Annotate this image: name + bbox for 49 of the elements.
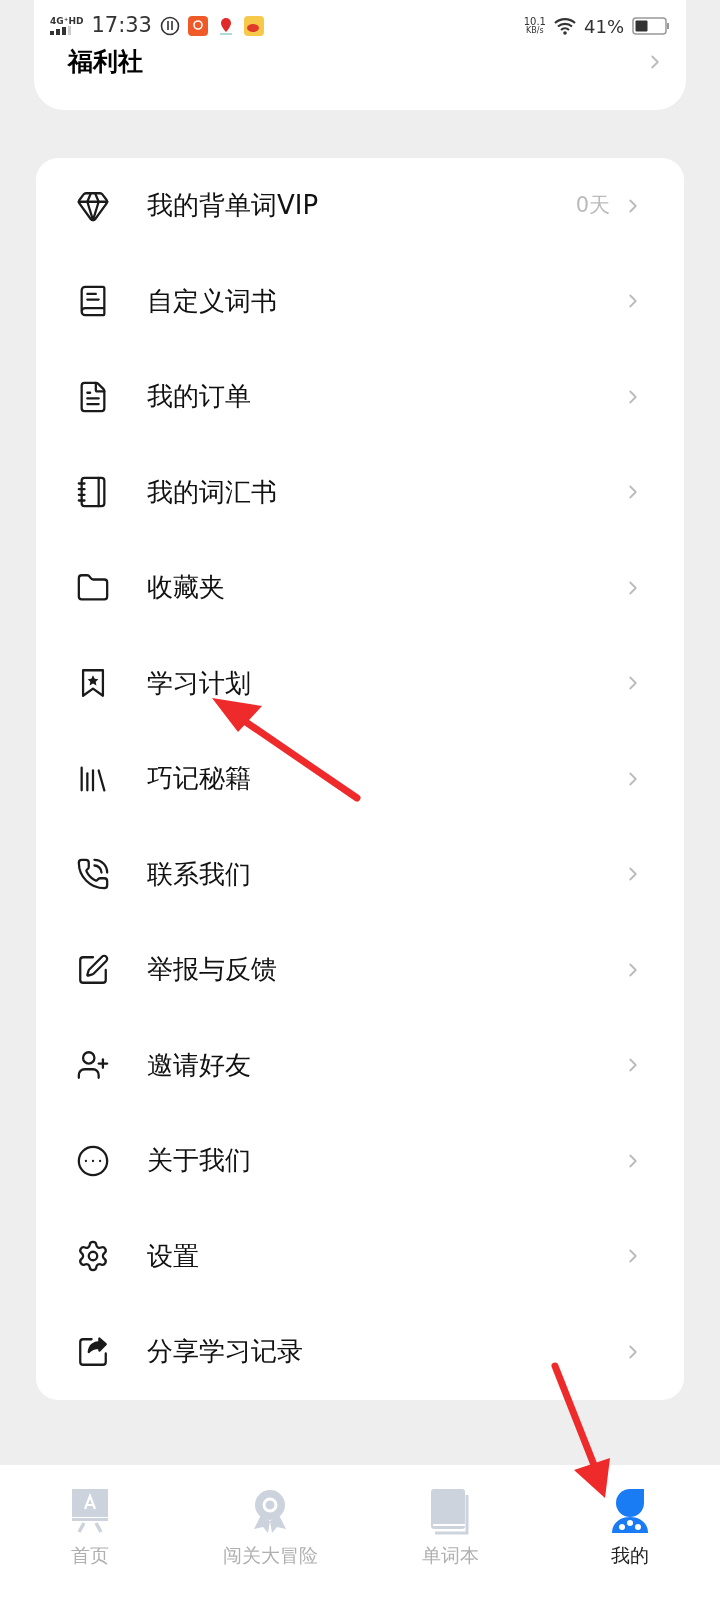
- menu-item[interactable]: 邀请好友: [36, 1017, 684, 1113]
- network-type: 4G⁺HD: [50, 17, 84, 26]
- phone-icon: [76, 857, 110, 892]
- menu-label: 收藏夹: [147, 571, 226, 605]
- menu-label: 举报与反馈: [147, 953, 278, 987]
- menu-item[interactable]: 我的订单: [36, 349, 684, 445]
- nav-tab[interactable]: 我的: [540, 1487, 720, 1600]
- menu-item[interactable]: 收藏夹: [36, 540, 684, 636]
- menu-label: 我的背单词VIP: [147, 189, 320, 223]
- edit-icon: [76, 952, 110, 987]
- menu-label: 自定义词书: [147, 284, 278, 318]
- menu-item[interactable]: 联系我们: [36, 826, 684, 922]
- menu-label: 我的订单: [147, 380, 252, 414]
- menu-item[interactable]: 自定义词书: [36, 253, 684, 349]
- battery-percent: 41%: [584, 14, 624, 39]
- speed-unit: KB/s: [526, 27, 544, 35]
- app-notification-icon: [159, 16, 180, 36]
- book-icon: [429, 1487, 471, 1535]
- welfare-card[interactable]: 4G⁺HD 17:33 10.1 KB/s 41% 福利社: [34, 0, 686, 110]
- battery-icon: [632, 17, 670, 35]
- settings-icon: [76, 1239, 110, 1274]
- more-icon: [76, 1143, 110, 1178]
- menu-item[interactable]: 分享学习记录: [36, 1304, 684, 1400]
- menu-label: 学习计划: [147, 666, 252, 700]
- app-notification-icon: [243, 16, 264, 36]
- welfare-title: 福利社: [68, 46, 144, 79]
- menu-label: 分享学习记录: [147, 1335, 304, 1369]
- app-notification-icon: [187, 16, 208, 36]
- menu-label: 设置: [147, 1239, 200, 1273]
- menu-label: 我的词汇书: [147, 475, 278, 509]
- menu-item[interactable]: 我的背单词VIP 0天: [36, 158, 684, 254]
- menu-item[interactable]: 关于我们: [36, 1113, 684, 1209]
- menu-item[interactable]: 举报与反馈: [36, 922, 684, 1018]
- signal-icon: [50, 26, 72, 35]
- menu-label: 联系我们: [147, 857, 252, 891]
- menu-label: 巧记秘籍: [147, 762, 252, 796]
- menu-value: 0天: [575, 192, 610, 219]
- network-speed: 10.1: [523, 17, 546, 27]
- menu-item[interactable]: 学习计划: [36, 635, 684, 731]
- user-icon: [609, 1487, 651, 1535]
- menu-label: 邀请好友: [147, 1048, 252, 1082]
- menu-item[interactable]: 设置: [36, 1208, 684, 1304]
- easel-icon: [69, 1487, 111, 1535]
- share-icon: [76, 1334, 110, 1369]
- menu-item[interactable]: 我的词汇书: [36, 444, 684, 540]
- menu-item[interactable]: 巧记秘籍: [36, 731, 684, 827]
- wifi-icon: [554, 17, 576, 35]
- clock: 17:33: [91, 12, 152, 40]
- menu-label: 关于我们: [147, 1144, 252, 1178]
